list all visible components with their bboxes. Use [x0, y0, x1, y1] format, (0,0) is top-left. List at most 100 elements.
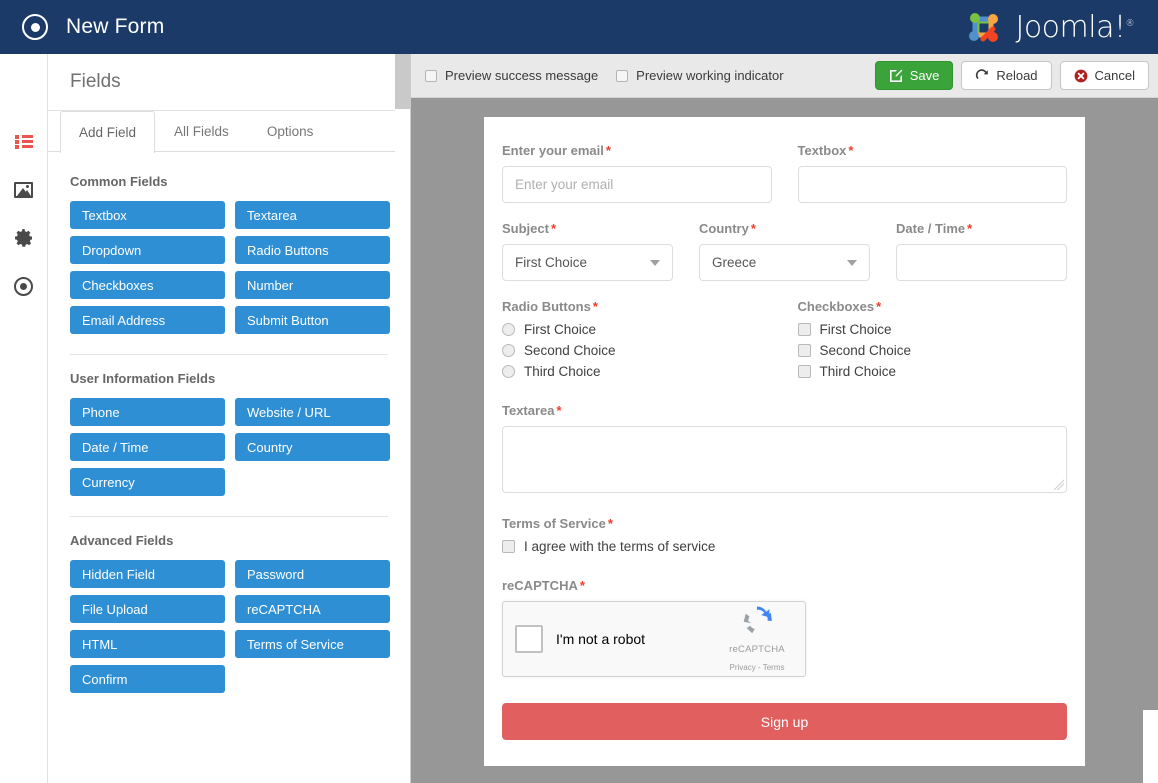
radio-option-label: Second Choice — [524, 343, 616, 358]
field-button-currency[interactable]: Currency — [70, 468, 225, 496]
fields-panel-header: Fields — [48, 54, 410, 111]
main-area: Preview success message Preview working … — [411, 54, 1158, 783]
field-button-html[interactable]: HTML — [70, 630, 225, 658]
scrollbar-thumb[interactable] — [1143, 98, 1158, 710]
cancel-button[interactable]: Cancel — [1059, 61, 1149, 90]
field-button-grid-user-information: Phone Website / URL Date / Time Country … — [70, 398, 390, 496]
cancel-button-label: Cancel — [1094, 68, 1135, 83]
field-button-country[interactable]: Country — [235, 433, 390, 461]
tab-options[interactable]: Options — [248, 111, 333, 151]
field-country-label: Country * — [699, 221, 870, 236]
checkbox-option[interactable]: First Choice — [797, 322, 1068, 337]
radio-option[interactable]: Third Choice — [502, 364, 772, 379]
field-button-file-upload[interactable]: File Upload — [70, 595, 225, 623]
required-asterisk: * — [607, 516, 613, 531]
checkbox-option[interactable]: Third Choice — [797, 364, 1068, 379]
reload-button[interactable]: Reload — [961, 61, 1052, 90]
sidebar-item-settings[interactable] — [0, 214, 47, 262]
joomla-brand-text: Joomla! — [1015, 9, 1126, 45]
preview-success-message-option[interactable]: Preview success message — [425, 68, 598, 83]
field-textbox: Textbox * — [797, 143, 1067, 203]
recaptcha-links[interactable]: Privacy - Terms — [730, 663, 785, 672]
field-terms-label-text: Terms of Service — [502, 516, 606, 531]
subject-select[interactable]: First Choice — [502, 244, 673, 281]
fields-panel-scrollbar[interactable] — [395, 54, 410, 783]
field-button-number[interactable]: Number — [235, 271, 390, 299]
main-scrollbar[interactable] — [1143, 98, 1158, 783]
field-subject-label-text: Subject — [502, 221, 549, 236]
datetime-field[interactable] — [896, 244, 1067, 281]
fields-panel-body: Common Fields Textbox Textarea Dropdown … — [48, 152, 410, 782]
icon-rail — [0, 54, 48, 783]
reload-icon — [975, 68, 989, 83]
field-datetime: Date / Time * — [896, 221, 1067, 281]
field-button-date-time[interactable]: Date / Time — [70, 433, 225, 461]
field-button-grid-common: Textbox Textarea Dropdown Radio Buttons … — [70, 201, 390, 334]
field-button-radio-buttons[interactable]: Radio Buttons — [235, 236, 390, 264]
field-button-textarea[interactable]: Textarea — [235, 201, 390, 229]
sidebar-item-target[interactable] — [0, 262, 47, 310]
field-button-textbox[interactable]: Textbox — [70, 201, 225, 229]
field-button-submit-button[interactable]: Submit Button — [235, 306, 390, 334]
textbox-field[interactable] — [797, 166, 1067, 203]
field-button-checkboxes[interactable]: Checkboxes — [70, 271, 225, 299]
country-select[interactable]: Greece — [699, 244, 870, 281]
checkbox-icon[interactable] — [797, 323, 811, 336]
field-country: Country * Greece — [699, 221, 870, 281]
required-asterisk: * — [848, 143, 854, 158]
field-button-terms-of-service[interactable]: Terms of Service — [235, 630, 390, 658]
field-checkboxes: Checkboxes * First Choice Second Choice T… — [797, 299, 1068, 385]
joomla-pinwheel-icon — [969, 13, 999, 42]
checkbox-option-label: Third Choice — [819, 364, 897, 379]
country-select-value: Greece — [712, 255, 757, 270]
radio-option[interactable]: First Choice — [502, 322, 772, 337]
checkbox-option[interactable]: Second Choice — [797, 343, 1068, 358]
radio-icon[interactable] — [502, 365, 515, 378]
field-email-label-text: Enter your email — [502, 143, 604, 158]
group-title-advanced: Advanced Fields — [70, 516, 388, 548]
checkbox-option-label: First Choice — [819, 322, 892, 337]
gear-icon — [14, 229, 33, 247]
recaptcha-widget[interactable]: I'm not a robot reCAPTCHA Privacy - Term… — [502, 601, 806, 677]
field-button-hidden-field[interactable]: Hidden Field — [70, 560, 225, 588]
field-button-confirm[interactable]: Confirm — [70, 665, 225, 693]
tab-all-fields[interactable]: All Fields — [155, 111, 248, 151]
sidebar-item-fields[interactable] — [0, 118, 47, 166]
reload-button-label: Reload — [996, 68, 1038, 83]
checkbox-icon[interactable] — [502, 540, 515, 553]
preview-success-message-checkbox[interactable] — [425, 69, 437, 82]
required-asterisk: * — [967, 221, 973, 236]
preview-working-indicator-option[interactable]: Preview working indicator — [616, 68, 784, 83]
field-textbox-label-text: Textbox — [797, 143, 847, 158]
page-title: New Form — [66, 15, 165, 38]
scrollbar-thumb[interactable] — [395, 54, 410, 109]
tab-add-field[interactable]: Add Field — [60, 111, 156, 153]
radio-icon[interactable] — [502, 344, 515, 357]
sidebar-item-media[interactable] — [0, 166, 47, 214]
field-subject: Subject * First Choice — [502, 221, 673, 281]
form-row-textarea: Textarea * — [502, 403, 1067, 498]
field-button-recaptcha[interactable]: reCAPTCHA — [235, 595, 390, 623]
field-button-phone[interactable]: Phone — [70, 398, 225, 426]
recaptcha-text: I'm not a robot — [556, 631, 646, 647]
recaptcha-checkbox[interactable] — [515, 625, 543, 653]
terms-option[interactable]: I agree with the terms of service — [502, 539, 1067, 554]
signup-button[interactable]: Sign up — [502, 703, 1067, 740]
radio-option[interactable]: Second Choice — [502, 343, 772, 358]
field-button-email-address[interactable]: Email Address — [70, 306, 225, 334]
radio-icon[interactable] — [502, 323, 515, 336]
field-button-website-url[interactable]: Website / URL — [235, 398, 390, 426]
email-field[interactable] — [502, 166, 772, 203]
chevron-down-icon — [847, 259, 857, 266]
textarea-field[interactable] — [502, 426, 1067, 493]
preview-working-indicator-checkbox[interactable] — [616, 69, 629, 82]
recaptcha-branding: reCAPTCHA Privacy - Terms — [721, 604, 793, 675]
checkbox-icon[interactable] — [797, 344, 811, 357]
checkbox-icon[interactable] — [797, 365, 811, 378]
field-recaptcha-label: reCAPTCHA * — [502, 578, 1067, 593]
group-title-user-information: User Information Fields — [70, 354, 388, 386]
field-button-password[interactable]: Password — [235, 560, 390, 588]
required-asterisk: * — [550, 221, 557, 236]
save-button[interactable]: Save — [874, 61, 954, 90]
field-button-dropdown[interactable]: Dropdown — [70, 236, 225, 264]
